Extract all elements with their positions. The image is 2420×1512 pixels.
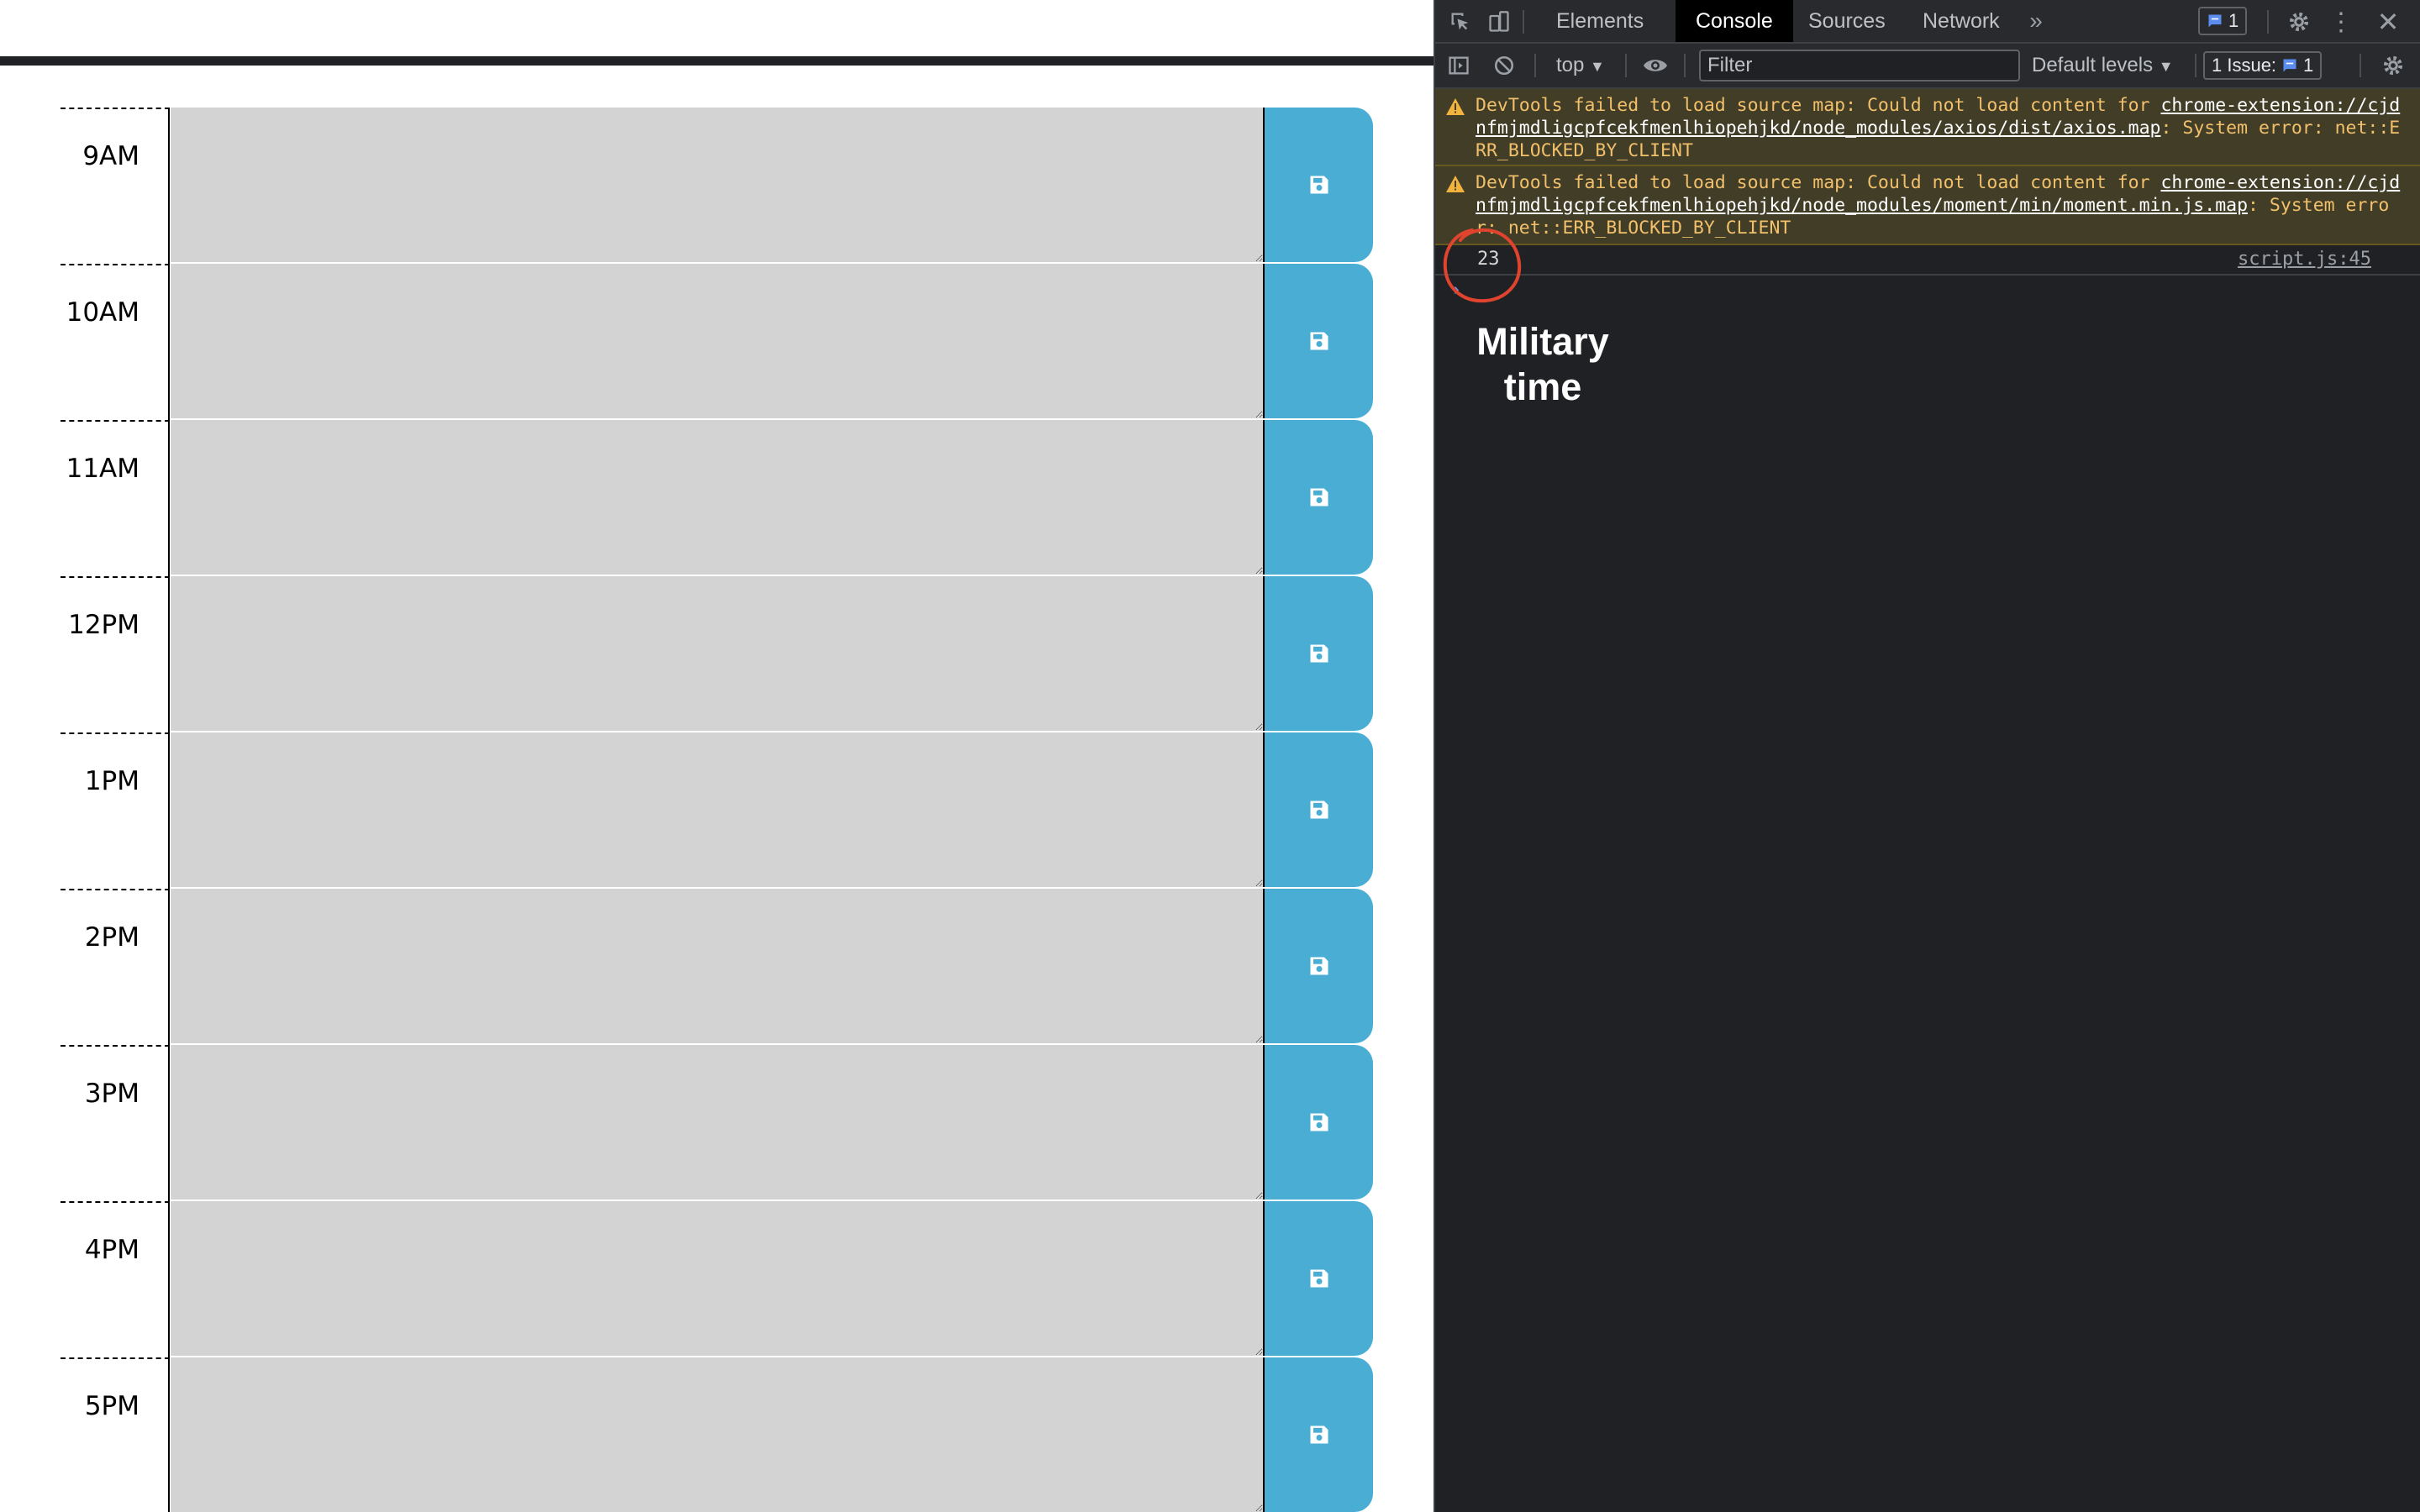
event-textarea[interactable] (171, 732, 1263, 887)
floppy-disk-icon (1310, 488, 1328, 507)
tab-network[interactable]: Network (1902, 0, 2020, 42)
filter-input[interactable] (1699, 50, 2020, 81)
floppy-disk-icon (1310, 332, 1328, 350)
annotation-label-line-1: Military (1476, 320, 1609, 363)
time-block-row: 12PM (60, 576, 1373, 732)
floppy-disk-icon (1310, 176, 1328, 194)
hour-label: 2PM (60, 889, 170, 1045)
time-block-row: 10AM (60, 264, 1373, 420)
hour-label: 11AM (60, 420, 170, 576)
warning-prefix: DevTools failed to load source map: Coul… (1476, 172, 2161, 193)
dropdown-arrow-icon: ▼ (1590, 58, 1605, 75)
issues-label: 1 Issue: (2212, 55, 2277, 76)
floppy-disk-icon (1310, 644, 1328, 663)
toolbar-separator (2360, 54, 2361, 77)
time-block-row: 2PM (60, 889, 1373, 1045)
devtools-panel: Elements Console Sources Network » 1 ⋮ ✕… (1434, 0, 2420, 1512)
time-block-row: 4PM (60, 1201, 1373, 1357)
toolbar-separator (1534, 54, 1536, 77)
event-textarea[interactable] (171, 1357, 1263, 1512)
planner-page: 9AM 10AM 11AM 12PM 1PM 2PM 3PM 4PM 5PM (0, 0, 1434, 1512)
console-warning: DevTools failed to load source map: Coul… (1435, 166, 2420, 245)
issues-badge[interactable]: 1 Issue: 1 (2203, 51, 2323, 80)
hour-label: 3PM (60, 1045, 170, 1201)
tab-console[interactable]: Console (1676, 0, 1793, 42)
console-settings-gear-icon[interactable] (2380, 52, 2407, 79)
tab-sources[interactable]: Sources (1788, 0, 1906, 42)
warning-message: DevTools failed to load source map: Coul… (1476, 94, 2408, 162)
toolbar-separator (2195, 54, 2196, 77)
event-textarea[interactable] (171, 1201, 1263, 1356)
context-selector[interactable]: top ▼ (1556, 44, 1605, 87)
log-levels-dropdown[interactable]: Default levels ▼ (2032, 44, 2174, 87)
hour-label: 9AM (60, 108, 170, 264)
issues-count: 1 (2303, 55, 2314, 76)
save-button[interactable] (1263, 732, 1373, 887)
toolbar-separator (1684, 54, 1686, 77)
save-button[interactable] (1263, 108, 1373, 262)
time-block-row: 9AM (60, 108, 1373, 264)
console-log-row: 23 script.js:45 (1435, 245, 2420, 276)
log-source-link[interactable]: script.js:45 (2238, 249, 2371, 270)
toolbar-separator (1523, 10, 1524, 34)
console-toolbar: top ▼ Default levels ▼ 1 Issue: 1 (1435, 44, 2420, 89)
toolbar-separator (2267, 10, 2269, 34)
save-button[interactable] (1263, 420, 1373, 575)
messages-count: 1 (2228, 10, 2239, 31)
floppy-disk-icon (1310, 1269, 1328, 1288)
close-icon[interactable]: ✕ (2375, 7, 2402, 37)
dropdown-arrow-icon: ▼ (2158, 58, 2174, 75)
double-chevron-right-icon[interactable]: » (2023, 8, 2049, 34)
save-button[interactable] (1263, 1357, 1373, 1512)
save-button[interactable] (1263, 576, 1373, 731)
hour-label: 5PM (60, 1357, 170, 1512)
save-button[interactable] (1263, 264, 1373, 418)
tab-elements[interactable]: Elements (1536, 0, 1664, 42)
hour-label: 1PM (60, 732, 170, 889)
eye-icon[interactable] (1640, 52, 1670, 79)
header-divider (0, 56, 1434, 66)
save-button[interactable] (1263, 1201, 1373, 1356)
event-textarea[interactable] (171, 889, 1263, 1043)
time-block-row: 3PM (60, 1045, 1373, 1201)
floppy-disk-icon (1310, 1425, 1328, 1444)
warning-message: DevTools failed to load source map: Coul… (1476, 171, 2408, 239)
message-icon (2208, 14, 2222, 28)
event-textarea[interactable] (171, 1045, 1263, 1200)
event-textarea[interactable] (171, 576, 1263, 731)
hour-label: 4PM (60, 1201, 170, 1357)
save-button[interactable] (1263, 889, 1373, 1043)
sidebar-toggle-icon[interactable] (1445, 52, 1472, 79)
event-textarea[interactable] (171, 420, 1263, 575)
console-warning: DevTools failed to load source map: Coul… (1435, 89, 2420, 166)
floppy-disk-icon (1310, 1113, 1328, 1131)
annotation-label-line-2: time (1503, 365, 1582, 408)
warning-icon (1446, 176, 1465, 192)
time-block-row: 11AM (60, 420, 1373, 576)
devtools-tabbar: Elements Console Sources Network » 1 ⋮ ✕ (1435, 0, 2420, 44)
toolbar-separator (1625, 54, 1627, 77)
context-label: top (1556, 54, 1585, 76)
log-levels-label: Default levels (2032, 54, 2154, 76)
floppy-disk-icon (1310, 801, 1328, 819)
annotation-label: Military time (1450, 319, 1635, 410)
kebab-menu-icon[interactable]: ⋮ (2328, 8, 2354, 36)
hour-label: 12PM (60, 576, 170, 732)
device-toolbar-icon[interactable] (1486, 8, 1512, 35)
event-textarea[interactable] (171, 264, 1263, 418)
annotation-circle (1443, 228, 1522, 303)
warning-prefix: DevTools failed to load source map: Coul… (1476, 95, 2161, 116)
hour-label: 10AM (60, 264, 170, 420)
event-textarea[interactable] (171, 108, 1263, 262)
gear-icon[interactable] (2286, 8, 2312, 35)
warning-icon (1446, 98, 1465, 115)
clear-console-icon[interactable] (1491, 52, 1518, 79)
floppy-disk-icon (1310, 957, 1328, 975)
inspect-element-icon[interactable] (1447, 8, 1474, 35)
messages-badge[interactable]: 1 (2198, 7, 2248, 35)
message-icon (2283, 59, 2296, 72)
save-button[interactable] (1263, 1045, 1373, 1200)
time-block-row: 5PM (60, 1357, 1373, 1512)
time-block-row: 1PM (60, 732, 1373, 889)
